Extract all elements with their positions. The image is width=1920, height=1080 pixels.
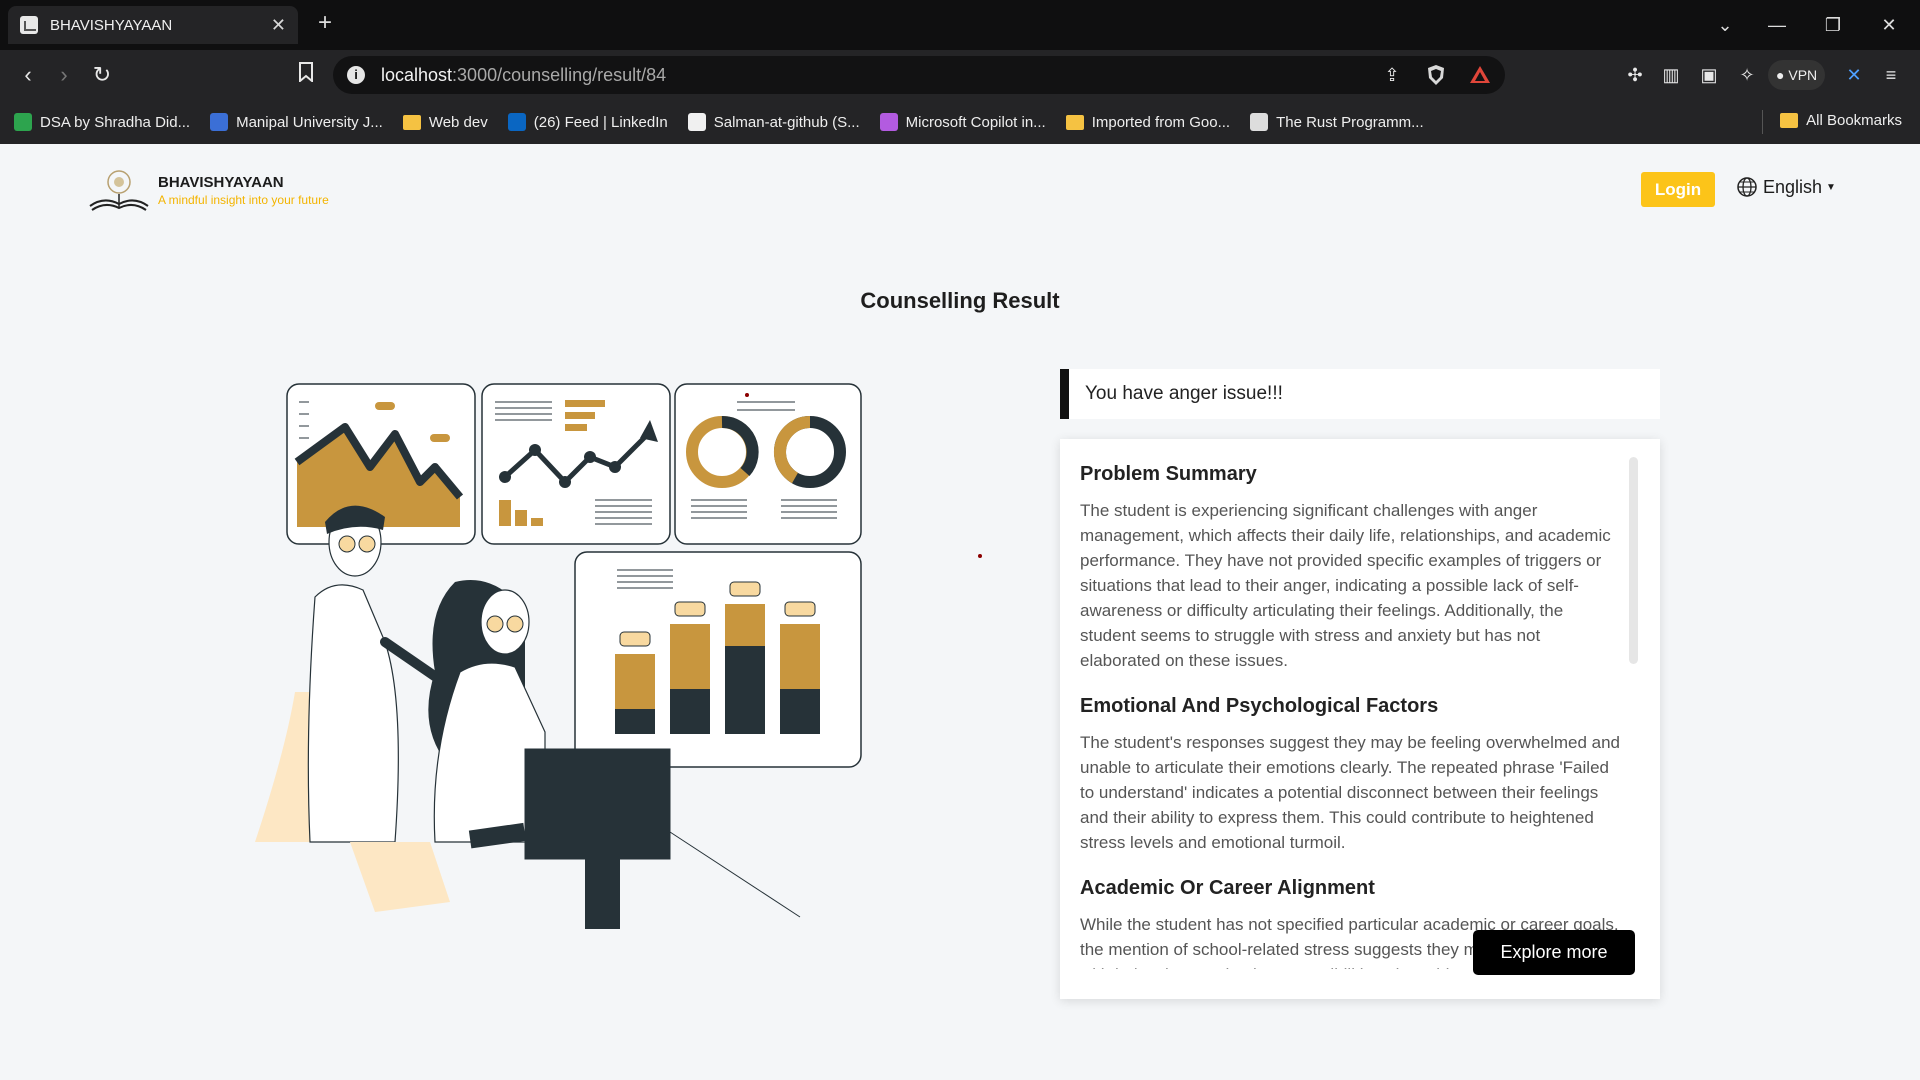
result-content[interactable]: Problem Summary The student is experienc… (1060, 439, 1660, 969)
bookmarks-divider (1762, 110, 1763, 134)
new-tab-button[interactable]: + (312, 10, 338, 36)
bookmark-item[interactable]: Manipal University J... (210, 113, 383, 131)
folder-icon (402, 114, 421, 130)
bookmark-item[interactable]: Microsoft Copilot in... (879, 113, 1046, 131)
site-info-icon[interactable]: i (347, 66, 365, 84)
book-icon (1250, 113, 1269, 131)
bookmark-label: Salman-at-github (S... (713, 113, 860, 131)
brave-rewards-icon[interactable] (1469, 64, 1491, 86)
login-button[interactable]: Login (1641, 172, 1715, 207)
leo-ai-icon[interactable]: ✧ (1736, 64, 1758, 86)
section-title-academic-alignment: Academic Or Career Alignment (1080, 877, 1375, 899)
site-favicon-icon (20, 16, 38, 34)
bookmark-item[interactable]: Web dev (402, 113, 488, 131)
all-bookmarks-label: All Bookmarks (1806, 112, 1902, 129)
brand-logo-icon (89, 170, 149, 211)
bookmark-label: The Rust Programm... (1276, 113, 1424, 131)
content-scrollbar[interactable] (1629, 457, 1638, 664)
language-selector[interactable]: English ▼ (1736, 176, 1836, 198)
linkedin-icon (507, 113, 526, 131)
result-alert-text: You have anger issue!!! (1085, 383, 1283, 404)
url-host: localhost (381, 64, 453, 85)
brand[interactable]: BHAVISHYAYAAN A mindful insight into you… (86, 168, 329, 212)
page: BHAVISHYAYAAN A mindful insight into you… (0, 144, 1920, 1076)
folder-icon (1065, 114, 1084, 130)
bookmark-item[interactable]: Imported from Goo... (1065, 113, 1231, 131)
back-button[interactable]: ‹ (14, 62, 42, 88)
language-label: English (1763, 176, 1823, 197)
address-bar[interactable]: i localhost:3000/counselling/result/84 ⇪ (333, 56, 1505, 94)
reload-button[interactable]: ↻ (88, 62, 116, 88)
bookmark-label: DSA by Shradha Did... (40, 113, 191, 131)
wallet-icon[interactable]: ▣ (1698, 64, 1720, 86)
bookmark-item[interactable]: (26) Feed | LinkedIn (507, 113, 668, 131)
bookmark-item[interactable]: The Rust Programm... (1250, 113, 1424, 131)
section-body-emotional-factors: The student's responses suggest they may… (1080, 733, 1621, 852)
profile-icon[interactable]: ✕ (1843, 64, 1865, 86)
menu-icon[interactable]: ≡ (1880, 64, 1902, 86)
bookmark-label: Manipal University J... (236, 113, 383, 131)
extensions-icon[interactable]: ✣ (1624, 64, 1646, 86)
data-analysis-illustration (255, 383, 862, 929)
result-alert: You have anger issue!!! (1060, 369, 1660, 419)
bookmark-page-icon[interactable] (292, 62, 320, 88)
section-title-problem-summary: Problem Summary (1080, 463, 1257, 485)
share-icon[interactable]: ⇪ (1381, 64, 1403, 86)
browser-toolbar: ‹ › ↻ i localhost:3000/counselling/resul… (0, 50, 1920, 100)
section-body-problem-summary: The student is experiencing significant … (1080, 501, 1611, 670)
forward-button[interactable]: › (50, 62, 78, 88)
github-icon (687, 113, 706, 131)
bookmark-item[interactable]: Salman-at-github (S... (687, 113, 860, 131)
chevron-down-icon: ▼ (1826, 181, 1836, 193)
vpn-label: VPN (1788, 67, 1818, 83)
bookmark-label: Microsoft Copilot in... (905, 113, 1046, 131)
bookmark-label: Imported from Goo... (1091, 113, 1231, 131)
tab-search-chevron-icon[interactable]: ⌄ (1702, 0, 1748, 50)
restore-button[interactable]: ❐ (1810, 0, 1856, 50)
tab-title: BHAVISHYAYAAN (50, 16, 173, 34)
brand-name: BHAVISHYAYAAN (158, 173, 284, 191)
close-tab-icon[interactable]: ✕ (271, 15, 286, 36)
globe-icon (1737, 177, 1757, 197)
vpn-button[interactable]: ● VPN (1768, 60, 1826, 90)
browser-tab[interactable]: BHAVISHYAYAAN ✕ (8, 6, 298, 44)
page-title: Counselling Result (860, 288, 1060, 313)
browser-tab-bar: BHAVISHYAYAAN ✕ + ⌄ — ❐ ✕ (0, 0, 1920, 50)
decorative-dot (745, 393, 749, 397)
sidebar-icon[interactable]: ▥ (1660, 64, 1682, 86)
copilot-icon (879, 113, 898, 131)
folder-icon (1780, 113, 1799, 128)
brave-shield-icon[interactable] (1425, 64, 1447, 86)
explore-more-button[interactable]: Explore more (1473, 930, 1635, 975)
bookmark-label: (26) Feed | LinkedIn (533, 113, 668, 131)
result-card: Problem Summary The student is experienc… (1060, 439, 1660, 999)
brand-tagline: A mindful insight into your future (158, 192, 329, 207)
bookmark-item[interactable]: DSA by Shradha Did... (14, 113, 190, 131)
green-plus-icon (14, 113, 32, 131)
bookmarks-bar: DSA by Shradha Did... Manipal University … (0, 100, 1920, 144)
close-window-button[interactable]: ✕ (1866, 0, 1912, 50)
minimize-button[interactable]: — (1754, 0, 1800, 50)
bookmark-label: Web dev (428, 113, 488, 131)
url-path: :3000/counselling/result/84 (452, 64, 667, 85)
decorative-dot (978, 554, 982, 558)
c-logo-icon (210, 113, 229, 131)
section-title-emotional-factors: Emotional And Psychological Factors (1080, 695, 1439, 717)
all-bookmarks-button[interactable]: All Bookmarks (1780, 112, 1902, 129)
